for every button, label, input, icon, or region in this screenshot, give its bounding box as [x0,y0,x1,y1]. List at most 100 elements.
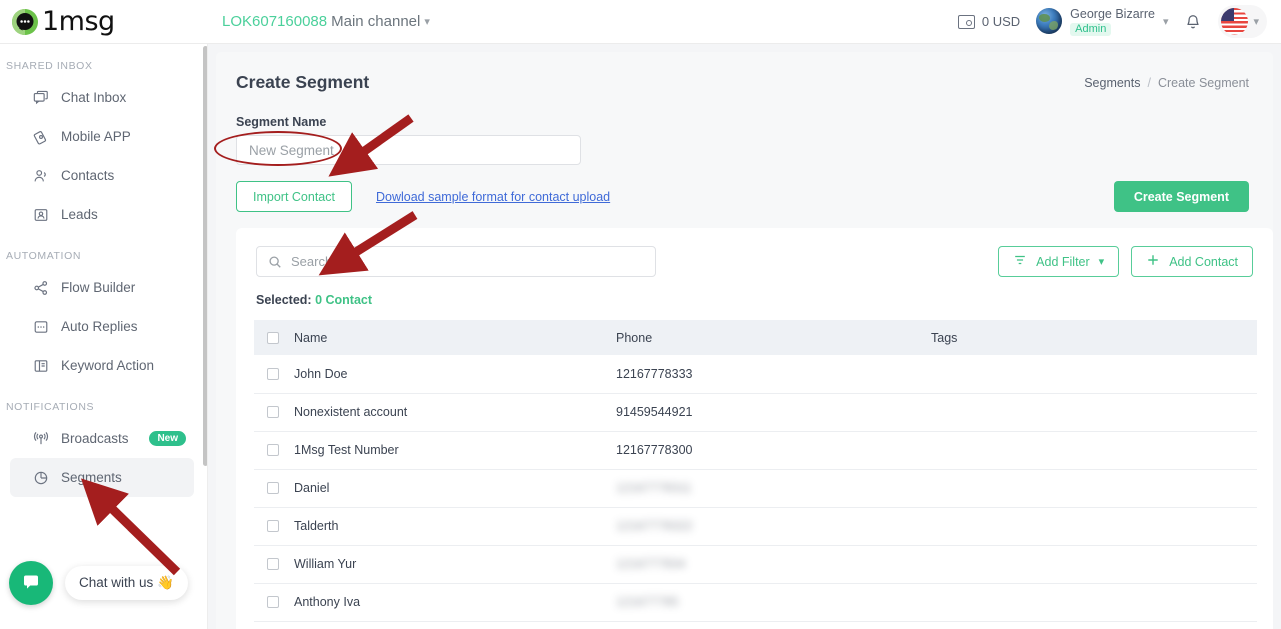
table-row[interactable]: Nonexistent account 91459544921 [254,393,1257,432]
plus-icon [1146,253,1160,270]
row-checkbox[interactable] [267,520,279,532]
sidebar: SHARED INBOX Chat Inbox Mobile APP Conta… [0,44,200,629]
table-row[interactable]: Talderth 12167778322 [254,507,1257,546]
segment-name-label: Segment Name [236,115,327,129]
row-checkbox[interactable] [267,367,279,380]
user-menu[interactable]: George Bizarre Admin ▾ [1036,7,1168,36]
cell-phone: 12167778322 [616,507,931,546]
search-icon [268,255,282,269]
sidebar-item-flow-builder[interactable]: Flow Builder [10,268,194,307]
segments-icon [32,469,49,486]
keyword-action-icon [32,357,49,374]
cell-phone: 121677785 [616,583,931,622]
sidebar-item-mobile-app[interactable]: Mobile APP [10,117,194,156]
chevron-down-icon: ▾ [1098,256,1105,268]
table-row[interactable]: William Yur 1216777834 [254,545,1257,584]
cell-name: John Doe [294,355,616,394]
sidebar-group-label-shared-inbox: SHARED INBOX [6,60,93,72]
language-selector[interactable]: ▾ [1218,5,1267,38]
main-content: Create Segment Segments / Create Segment… [208,44,1281,629]
cell-phone: 12167778311 [616,469,931,508]
selected-label: Selected: [256,293,312,307]
download-sample-link[interactable]: Dowload sample format for contact upload [376,190,610,204]
sidebar-item-label: Mobile APP [61,129,131,144]
search-box[interactable] [256,246,656,277]
row-checkbox[interactable] [267,482,279,494]
column-header-tags[interactable]: Tags [931,320,1257,355]
chevron-down-icon: ▾ [1253,16,1259,28]
user-role-badge: Admin [1070,23,1112,36]
create-segment-button[interactable]: Create Segment [1113,181,1249,212]
table-row[interactable]: Daniel 12167778311 [254,469,1257,508]
sidebar-item-label: Contacts [61,168,115,183]
sidebar-item-contacts[interactable]: Contacts [10,156,194,195]
segment-name-input[interactable] [236,135,581,165]
cell-phone: 91459544921 [616,393,931,432]
cell-name: Nonexistent account [294,393,616,432]
contacts-icon [32,167,49,184]
contacts-table: Name Phone Tags John Doe 12167778333 Non… [254,320,1257,622]
mobile-app-icon [32,128,49,145]
channel-selector[interactable]: LOK607160088 Main channel ▾ [222,13,430,30]
bell-icon[interactable] [1184,13,1202,31]
selected-count: 0 Contact [315,293,373,307]
cell-tags [931,545,1257,584]
wallet-amount: 0 USD [981,14,1021,29]
row-checkbox[interactable] [267,558,279,570]
add-contact-label: Add Contact [1169,254,1238,269]
logo-wordmark: 1msg [42,5,115,37]
avatar [1036,8,1063,35]
column-header-name[interactable]: Name [294,320,616,355]
chat-widget-button[interactable] [9,561,53,605]
cell-name: Talderth [294,507,616,546]
auto-replies-icon [32,318,49,335]
cell-tags [931,469,1257,508]
us-flag-icon [1221,8,1249,35]
row-checkbox[interactable] [267,596,279,608]
search-input[interactable] [291,254,644,269]
contacts-panel: Add Filter ▾ Add Contact Selected: [236,228,1273,629]
sidebar-item-label: Broadcasts [61,431,129,446]
cell-name: Daniel [294,469,616,508]
selected-summary: Selected: 0 Contact [236,277,1273,307]
sidebar-item-keyword-action[interactable]: Keyword Action [10,346,194,385]
flow-builder-icon [32,279,49,296]
select-all-checkbox[interactable] [267,331,279,344]
add-filter-button[interactable]: Add Filter ▾ [998,246,1120,277]
sidebar-item-segments[interactable]: Segments [10,458,194,497]
sidebar-group-label-automation: AUTOMATION [6,250,82,262]
leads-icon [32,206,49,223]
sidebar-item-auto-replies[interactable]: Auto Replies [10,307,194,346]
table-row[interactable]: 1Msg Test Number 12167778300 [254,431,1257,470]
select-all-header [254,320,294,355]
breadcrumb-segments[interactable]: Segments [1084,76,1140,90]
app-logo[interactable]: 1msg [0,0,200,44]
sidebar-item-broadcasts[interactable]: Broadcasts New [10,419,194,458]
table-row[interactable]: John Doe 12167778333 [254,355,1257,394]
wallet-icon [957,14,975,29]
breadcrumb-current: Create Segment [1157,75,1249,90]
page-title: Create Segment [236,72,370,92]
page-card: Create Segment Segments / Create Segment… [216,52,1273,629]
sidebar-item-chat-inbox[interactable]: Chat Inbox [10,78,194,117]
chat-widget-label[interactable]: Chat with us 👋 [65,566,188,600]
cell-name: Anthony Iva [294,583,616,622]
top-bar: 1msg LOK607160088 Main channel ▾ 0 USD G… [0,0,1281,44]
import-contact-button[interactable]: Import Contact [236,181,352,212]
column-header-phone[interactable]: Phone [616,320,931,355]
table-row[interactable]: Anthony Iva 121677785 [254,583,1257,622]
sidebar-item-leads[interactable]: Leads [10,195,194,234]
cell-name: 1Msg Test Number [294,431,616,470]
row-checkbox[interactable] [267,444,279,456]
breadcrumb-separator: / [1147,75,1151,90]
add-contact-button[interactable]: Add Contact [1131,246,1253,277]
row-checkbox[interactable] [267,406,279,418]
channel-id: LOK607160088 [222,13,328,30]
cell-phone: 12167778300 [616,431,931,470]
broadcasts-icon [32,430,49,447]
sidebar-item-label: Chat Inbox [61,90,127,105]
cell-phone: 12167778333 [616,355,931,394]
wallet-balance[interactable]: 0 USD [957,14,1021,29]
cell-phone: 1216777834 [616,545,931,584]
cell-tags [931,431,1257,470]
